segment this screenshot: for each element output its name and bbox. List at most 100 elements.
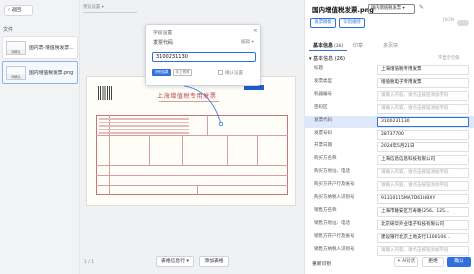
field-value-input[interactable]: 91310115MA7D61HBXY <box>377 194 469 204</box>
field-value-input[interactable]: 上海市静安区万寿路(256、125... <box>377 206 469 217</box>
field-value-input[interactable]: 28737700 <box>377 129 469 140</box>
tab-seal[interactable]: 印章 <box>353 42 363 49</box>
confirm-checkbox[interactable] <box>218 70 223 75</box>
tab-multipage[interactable]: 多页块 <box>383 42 398 49</box>
field-value-input[interactable]: 上海信息信息科技有限公司 <box>377 155 469 166</box>
field-row: 开票日期 2024年5月21日 <box>305 141 474 153</box>
reject-button[interactable]: 拒绝 <box>422 257 444 267</box>
grid-line <box>149 135 150 165</box>
edit-field-link[interactable]: 编辑 ▾ <box>241 39 254 45</box>
field-label: 发票号码 <box>314 130 332 136</box>
tab-basic-info[interactable]: 基本信息(26) <box>313 42 343 49</box>
page-indicator: 1 / 1 <box>84 260 95 265</box>
field-row: 销售方地址、电话 北京研华外业电子科技有限公司 <box>305 219 474 231</box>
thumbnail-status-tag: 待确认 <box>7 49 25 54</box>
invoice-text-line <box>99 128 189 131</box>
field-label: 机器编号 <box>314 91 332 97</box>
document-type-select[interactable]: 国内增值税发票 ▾ <box>368 4 415 14</box>
field-label: 销售方开户行及账号 <box>314 233 355 239</box>
qr-code <box>98 86 112 100</box>
popup-field-name: 发票代码 <box>153 40 174 46</box>
file-thumbnail: 待确认 <box>6 66 26 80</box>
grid-line <box>227 135 228 165</box>
file-name: 国内票-增值税发票... <box>29 46 74 51</box>
field-row: 密码区 请输入内容，请点击按钮添加字段 <box>305 103 474 115</box>
add-table-button[interactable]: 添加表格 <box>199 256 229 267</box>
field-label: 购买方纳税人识别号 <box>314 195 355 200</box>
field-row: 购买方纳税人识别号 91310115MA7D61HBXY <box>305 193 474 205</box>
field-value-input[interactable]: 2024年5月21日 <box>377 142 469 153</box>
invoice-text-line <box>99 118 189 120</box>
fields-panel: 国内增值税发票.png 国内增值税发票 ▾ ✎ 发票模板 识别规则 JSON 基… <box>304 0 474 274</box>
chevron-down-icon: ▾ <box>186 259 189 264</box>
files-heading: 文件 <box>3 27 14 33</box>
ai-chat-button[interactable]: ✦ AI对话 <box>394 257 418 267</box>
grid-line <box>96 165 288 166</box>
grid-line <box>109 115 110 195</box>
field-value-input[interactable]: 请输入内容，请点击按钮添加字段 <box>377 90 469 101</box>
document-type-label: 国内增值税发票 <box>371 6 402 11</box>
back-button[interactable]: ‹ 返回 <box>4 5 33 16</box>
edit-icon[interactable]: ✎ <box>419 4 424 11</box>
table-row-button[interactable]: 表格信息行 ▾ <box>156 256 194 267</box>
invoice-grid <box>96 115 288 195</box>
field-value-input[interactable]: 请输入内容，请点击按钮添加字段 <box>377 103 469 114</box>
back-label: 返回 <box>11 8 22 13</box>
re-recognize-button[interactable]: 重新识别 <box>312 260 331 267</box>
connector-line <box>183 85 224 126</box>
field-label: 购买方地址、电话 <box>314 169 350 175</box>
field-row: 销售方开户行及账号 建设银行北京上地支行1100104... <box>305 232 474 244</box>
invoice-text-line <box>99 132 189 134</box>
field-value-input[interactable]: 请输入内容，请点击按钮添加字段 <box>377 181 469 192</box>
field-label: 销售方名称 <box>314 207 337 213</box>
confirm-button[interactable]: 确认 <box>447 257 471 267</box>
field-row: 标题 上海增值税专用发票 <box>305 64 474 76</box>
field-settings-popup: 字段设置 × 发票代码 编辑 ▾ 3100231130 识别结果 手工修改 确认… <box>145 24 261 86</box>
json-toggle[interactable] <box>457 20 469 26</box>
preview-settings-label: 预览设置 <box>83 5 101 10</box>
confirm-setting-label: 确认设置 <box>225 71 243 76</box>
file-thumbnail: 待确认 <box>6 41 26 55</box>
field-label: 发票代码 <box>314 117 332 123</box>
section-header[interactable]: ▾ 基本信息 (26) <box>309 55 345 62</box>
document-title: 国内增值税发票.png <box>312 6 374 14</box>
grid-line <box>96 175 288 176</box>
field-value-input[interactable]: 北京研华外业电子科技有限公司 <box>377 219 469 230</box>
file-item[interactable]: 待确认 国内票-增值税发票... <box>2 36 78 59</box>
field-row: 销售方名称 上海市静安区万寿路(256、125... <box>305 206 474 218</box>
field-label: 发票类型 <box>314 78 332 84</box>
field-row: 发票代码 3100231130 <box>305 115 474 128</box>
field-row: 发票号码 28737700 <box>305 129 474 141</box>
field-row: 购买方地址、电话 请输入内容，请点击按钮添加字段 <box>305 167 474 179</box>
grid-line <box>96 185 288 186</box>
active-tab-indicator <box>309 50 347 51</box>
recognition-rules-button[interactable]: 识别规则 <box>339 18 365 28</box>
field-value-input[interactable]: 请输入内容，请点击按钮添加字段 <box>377 245 469 256</box>
field-value-input[interactable]: 上海增值税专用发票 <box>377 65 469 75</box>
field-label: 购买方名称 <box>314 156 337 162</box>
table-row-label: 表格信息行 <box>161 259 186 264</box>
file-item-selected[interactable]: 待确认 国内增值税发票.png <box>2 61 78 84</box>
field-value-input[interactable]: 3100231130 <box>152 52 256 62</box>
recognize-result-tag[interactable]: 识别结果 <box>152 69 171 76</box>
field-value-input[interactable]: 建设银行北京上地支行1100104... <box>377 232 469 243</box>
grid-line <box>197 185 198 195</box>
invoice-template-button[interactable]: 发票模板 <box>310 18 336 28</box>
close-icon[interactable]: × <box>253 28 258 34</box>
ai-chat-label: AI对话 <box>402 259 415 264</box>
field-value-input[interactable]: 增值税电子专用发票 <box>377 77 469 88</box>
field-value-input[interactable]: 请输入内容，请点击按钮添加字段 <box>377 168 469 179</box>
invoice-text-line <box>99 121 189 124</box>
edit-label: 编辑 <box>241 40 250 45</box>
grid-line <box>96 135 288 136</box>
field-label: 密码区 <box>314 104 328 110</box>
field-value-input[interactable]: 3100231130 <box>377 116 469 127</box>
hide-empty-toggle[interactable]: 不显示空值 <box>438 55 459 61</box>
document-preview: 预览设置 ▾ 上海增值税专用发票 字段设置 × 发票代码 编辑 ▾ 310023… <box>80 0 304 274</box>
chevron-down-icon: ▾ <box>101 5 104 10</box>
file-name: 国内增值税发票.png <box>29 71 74 76</box>
manual-edit-tag[interactable]: 手工修改 <box>173 69 192 76</box>
tab-count: (26) <box>334 43 344 48</box>
preview-settings-select[interactable]: 预览设置 ▾ <box>83 3 137 13</box>
field-row: 发票类型 增值税电子专用发票 <box>305 77 474 89</box>
